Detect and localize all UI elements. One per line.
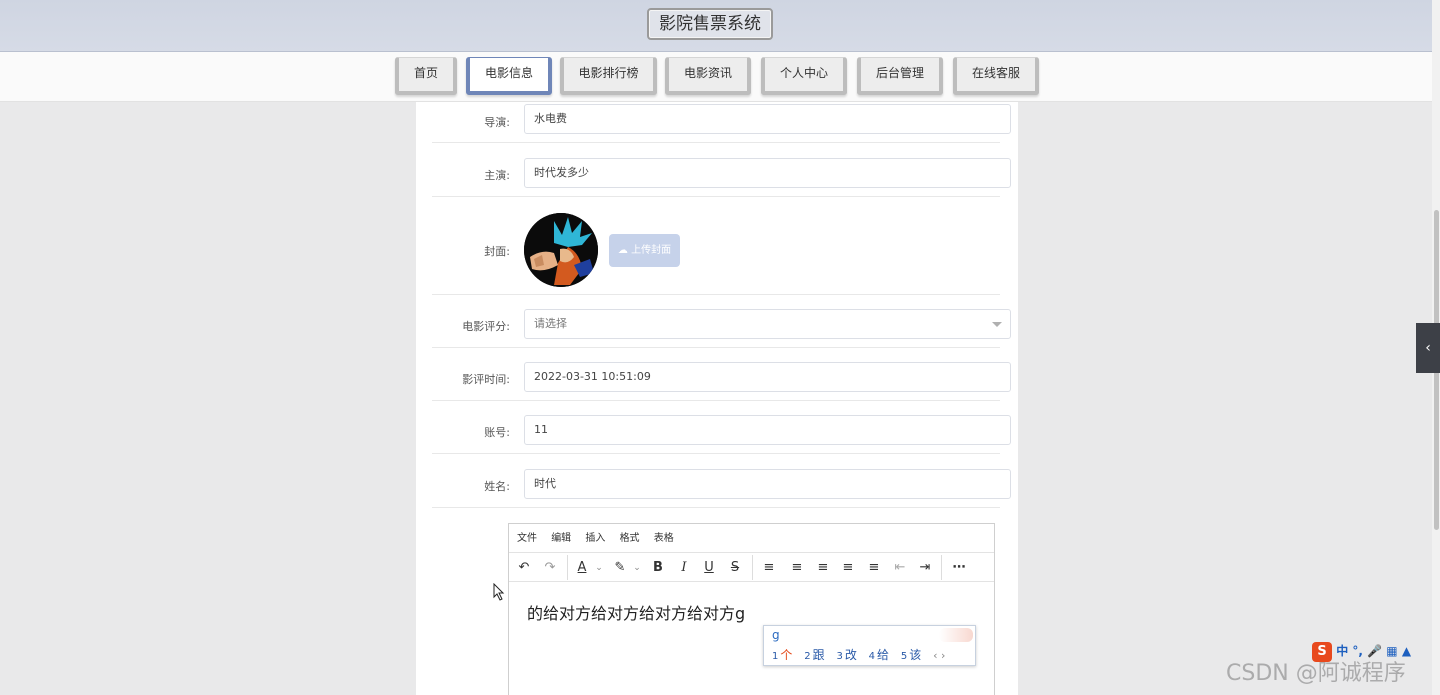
editor-menubar: 文件 编辑 插入 格式 表格 [509, 524, 994, 553]
header-bar: 影院售票系统 [0, 0, 1432, 52]
chevron-down-icon[interactable]: ⌄ [593, 557, 605, 579]
form-row-director: 导演: 水电费 [432, 102, 1011, 143]
name-label: 姓名: [484, 480, 510, 493]
editor-toolbar: ↶ ↷ A ⌄ ✎ ⌄ B I U S ≡ ≡ ≡ ≡ ≡ ⇤ ⇥ ⋯ [509, 553, 994, 582]
menu-file[interactable]: 文件 [517, 533, 537, 544]
align-center-icon[interactable]: ≡ [814, 557, 832, 579]
more-icon[interactable]: ⋯ [949, 557, 969, 579]
text-color-icon[interactable]: A [573, 557, 591, 579]
upload-cover-button[interactable]: ☁ 上传封面 [609, 234, 680, 267]
ime-candidate-window: g 1个 2跟 3改 4给 5该 ‹ › [763, 625, 976, 666]
chevron-left-icon: ‹ [1425, 340, 1431, 356]
account-input[interactable]: 11 [524, 415, 1011, 445]
editor-content[interactable]: 的给对方给对方给对方给对方g [527, 600, 745, 624]
main-nav: 首页 电影信息 电影排行榜 电影资讯 个人中心 后台管理 在线客服 [0, 52, 1432, 102]
ime-pinyin-input: g [772, 628, 780, 642]
name-input[interactable]: 时代 [524, 469, 1011, 499]
chevron-down-icon [992, 322, 1002, 327]
nav-movie-ranking[interactable]: 电影排行榜 [560, 57, 657, 95]
ime-candidate[interactable]: 3改 [836, 648, 856, 662]
ime-candidate-list: 1个 2跟 3改 4给 5该 ‹ › [772, 646, 953, 663]
outdent-icon[interactable]: ⇤ [891, 557, 909, 579]
bold-icon[interactable]: B [649, 557, 667, 579]
director-input[interactable]: 水电费 [524, 104, 1011, 134]
nav-personal-center[interactable]: 个人中心 [761, 57, 847, 95]
review-time-label: 影评时间: [462, 373, 510, 386]
rating-placeholder: 请选择 [534, 317, 567, 330]
director-label: 导演: [484, 116, 510, 129]
cover-art-icon [524, 213, 598, 287]
rating-select[interactable]: 请选择 [524, 309, 1011, 339]
underline-icon[interactable]: U [700, 557, 718, 579]
menu-edit[interactable]: 编辑 [551, 533, 571, 544]
chevron-down-icon[interactable]: ⌄ [631, 557, 643, 579]
actor-input[interactable]: 时代发多少 [524, 158, 1011, 188]
form-row-actor: 主演: 时代发多少 [432, 143, 1011, 197]
side-panel-toggle[interactable]: ‹ [1416, 323, 1440, 373]
align-left-icon[interactable]: ≡ [788, 557, 806, 579]
nav-home[interactable]: 首页 [395, 57, 457, 95]
align-right-icon[interactable]: ≡ [839, 557, 857, 579]
form-row-name: 姓名: 时代 [432, 454, 1011, 508]
ime-candidate[interactable]: 1个 [772, 648, 792, 662]
nav-movie-news[interactable]: 电影资讯 [665, 57, 751, 95]
nav-movie-info[interactable]: 电影信息 [466, 57, 552, 95]
toolbar-divider [941, 555, 942, 580]
toolbar-divider [567, 555, 568, 580]
redo-icon[interactable]: ↷ [541, 557, 559, 579]
form-row-review-time: 影评时间: 2022-03-31 10:51:09 [432, 348, 1011, 401]
rating-label: 电影评分: [462, 320, 510, 333]
movie-form-panel: 导演: 水电费 主演: 时代发多少 封面: ☁ 上传封面 电影评分: 请选择 影… [416, 102, 1018, 695]
ime-decoration [939, 628, 973, 642]
actor-label: 主演: [484, 169, 510, 182]
indent-icon[interactable]: ⇥ [916, 557, 934, 579]
highlight-color-icon[interactable]: ✎ [611, 557, 629, 579]
ime-candidate[interactable]: 2跟 [804, 648, 824, 662]
account-label: 账号: [484, 426, 510, 439]
line-height-icon[interactable]: ≡ [760, 557, 778, 579]
form-row-cover: 封面: ☁ 上传封面 [432, 197, 1000, 295]
cover-image[interactable] [524, 213, 598, 287]
align-justify-icon[interactable]: ≡ [865, 557, 883, 579]
toolbar-divider [752, 555, 753, 580]
italic-icon[interactable]: I [675, 557, 693, 579]
review-time-input[interactable]: 2022-03-31 10:51:09 [524, 362, 1011, 392]
menu-table[interactable]: 表格 [654, 533, 674, 544]
nav-admin[interactable]: 后台管理 [857, 57, 943, 95]
menu-format[interactable]: 格式 [620, 533, 640, 544]
ime-page-icons[interactable]: ‹ › [933, 649, 945, 662]
site-title: 影院售票系统 [647, 8, 773, 40]
rich-text-editor: 文件 编辑 插入 格式 表格 ↶ ↷ A ⌄ ✎ ⌄ B I U S ≡ ≡ ≡… [508, 523, 995, 695]
nav-online-service[interactable]: 在线客服 [953, 57, 1039, 95]
cover-label: 封面: [484, 245, 510, 258]
undo-icon[interactable]: ↶ [515, 557, 533, 579]
watermark: CSDN @阿诚程序 [1226, 661, 1406, 686]
upload-cover-label: 上传封面 [631, 245, 672, 256]
form-row-account: 账号: 11 [432, 401, 1011, 454]
menu-insert[interactable]: 插入 [585, 533, 605, 544]
ime-candidate[interactable]: 4给 [869, 648, 889, 662]
ime-candidate[interactable]: 5该 [901, 648, 921, 662]
strikethrough-icon[interactable]: S [726, 557, 744, 579]
form-row-rating: 电影评分: 请选择 [432, 295, 1011, 348]
cloud-upload-icon: ☁ [617, 245, 628, 256]
